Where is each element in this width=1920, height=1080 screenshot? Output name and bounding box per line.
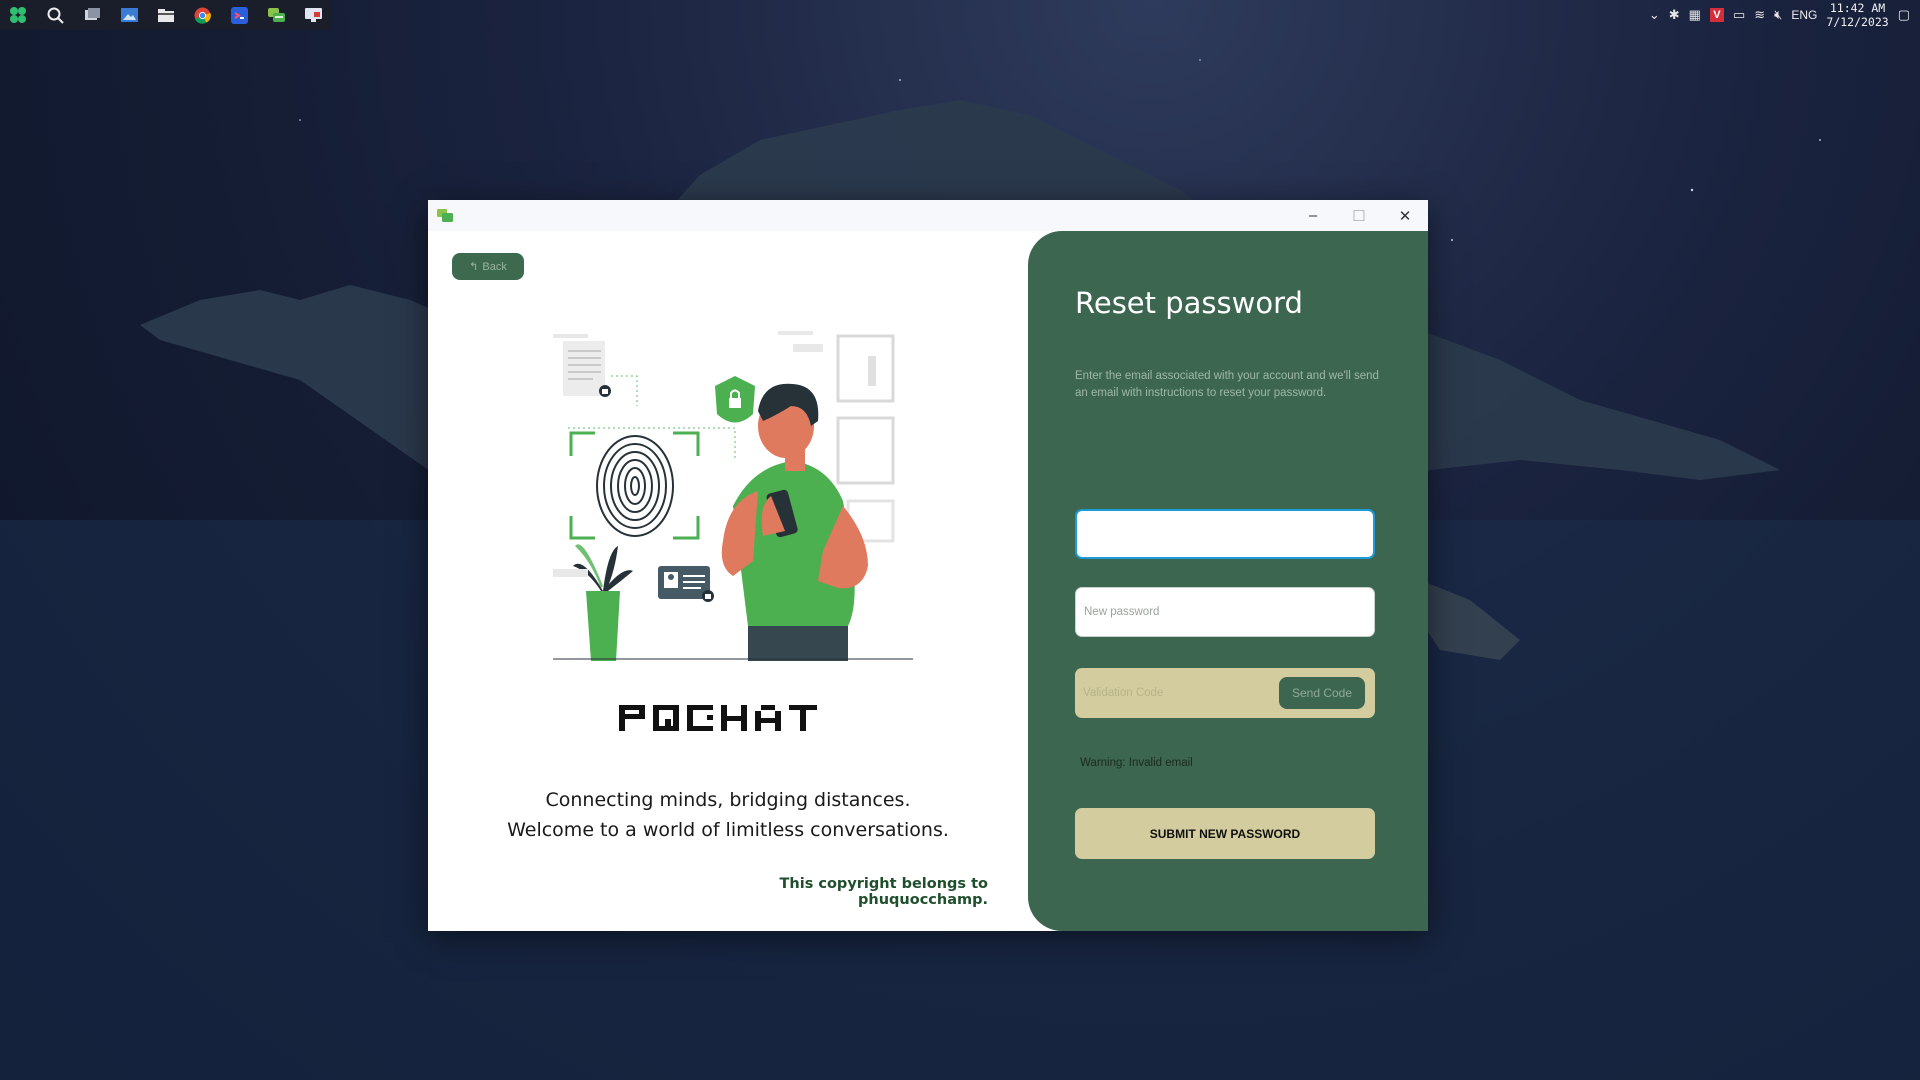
start-icon[interactable] — [0, 0, 37, 30]
chat-app-icon[interactable] — [258, 0, 295, 30]
pqchat-logo-mark — [619, 705, 817, 731]
notification-icon[interactable]: ▢ — [1898, 7, 1910, 23]
validation-code-container: Send Code — [1075, 668, 1375, 718]
taskbar — [0, 0, 332, 30]
title-bar: – ☐ ✕ — [428, 200, 1428, 231]
email-field-container — [1075, 509, 1375, 559]
security-illustration — [553, 331, 913, 661]
search-icon[interactable] — [37, 0, 74, 30]
submit-new-password-button[interactable]: SUBMIT NEW PASSWORD — [1075, 808, 1375, 859]
minimize-button[interactable]: – — [1290, 200, 1336, 231]
new-password-field-container — [1075, 587, 1375, 637]
chevron-up-icon[interactable]: ⌄ — [1649, 7, 1660, 23]
maximize-button[interactable]: ☐ — [1336, 200, 1382, 231]
chat-app-icon — [437, 208, 453, 222]
antivirus-icon[interactable]: V — [1709, 8, 1724, 22]
chrome-icon[interactable] — [184, 0, 221, 30]
language-indicator[interactable]: ENG — [1791, 8, 1817, 22]
task-view-icon[interactable] — [74, 0, 111, 30]
photos-icon[interactable] — [111, 0, 148, 30]
copyright-text: This copyright belongs to phuquocchamp. — [779, 876, 988, 908]
code-editor-icon[interactable] — [221, 0, 258, 30]
reset-password-panel: Reset password Enter the email associate… — [1028, 231, 1428, 931]
tagline: Connecting minds, bridging distances. We… — [507, 789, 949, 841]
instructions-text: Enter the email associated with your acc… — [1075, 370, 1379, 399]
page-title: Reset password — [1075, 286, 1303, 320]
wifi-icon[interactable]: ≋ — [1754, 7, 1765, 23]
pqchat-logo — [428, 701, 1030, 740]
welcome-panel: ↰ Back Connecting minds, bridging distan… — [428, 231, 1030, 931]
clock-time: 11:42 AM — [1829, 1, 1886, 15]
app-tray-icon[interactable]: ▦ — [1689, 7, 1701, 23]
validation-code-field[interactable] — [1075, 668, 1275, 718]
system-tray: ⌄ ✱ ▦ V ▭ ≋ 🔇︎ ENG 11:42 AM 7/12/2023 ▢ — [1590, 0, 1920, 30]
back-button-label: Back — [482, 260, 507, 273]
send-code-button[interactable]: Send Code — [1279, 677, 1365, 709]
close-button[interactable]: ✕ — [1382, 200, 1428, 231]
bluetooth-icon[interactable]: ✱ — [1669, 7, 1680, 23]
clock[interactable]: 11:42 AM 7/12/2023 — [1826, 1, 1888, 29]
file-explorer-icon[interactable] — [148, 0, 185, 30]
email-field[interactable] — [1077, 511, 1373, 557]
volume-muted-icon[interactable]: 🔇︎ — [1774, 7, 1782, 23]
back-arrow-icon: ↰ — [469, 261, 479, 273]
back-button[interactable]: ↰ Back — [452, 253, 524, 280]
app-window: – ☐ ✕ ↰ Back Connecting minds, bridging … — [428, 200, 1428, 931]
new-password-field[interactable] — [1076, 588, 1374, 636]
clock-date: 7/12/2023 — [1826, 15, 1889, 29]
warning-message: Warning: Invalid email — [1080, 757, 1193, 769]
battery-icon[interactable]: ▭ — [1733, 7, 1745, 23]
remote-desktop-icon[interactable] — [295, 0, 332, 30]
